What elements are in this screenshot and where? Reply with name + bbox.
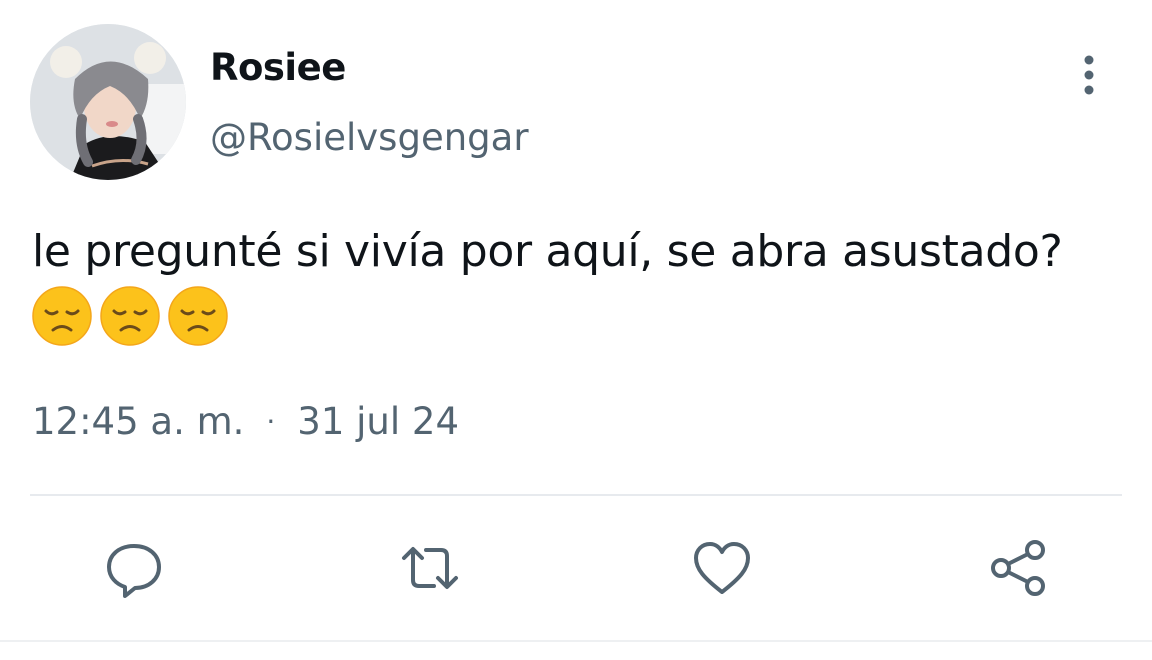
disappointed-face-icon: [32, 286, 92, 346]
heart-icon: [694, 542, 750, 594]
author-handle[interactable]: @Rosielvsgengar: [210, 116, 529, 159]
disappointed-face-icon: [168, 286, 228, 346]
tweet-time[interactable]: 12:45 a. m.: [32, 400, 244, 443]
tweet-date[interactable]: 31 jul 24: [297, 400, 459, 443]
tweet-emojis: [32, 286, 228, 346]
share-button[interactable]: [986, 536, 1050, 600]
retweet-icon: [402, 547, 458, 589]
more-vertical-icon[interactable]: [1072, 54, 1106, 96]
like-button[interactable]: [690, 536, 754, 600]
tweet-text: le pregunté si vivía por aquí, se abra a…: [32, 226, 1063, 277]
disappointed-face-icon: [100, 286, 160, 346]
retweet-button[interactable]: [398, 536, 462, 600]
avatar-image: [30, 24, 186, 180]
divider: [30, 494, 1122, 496]
reply-icon: [107, 544, 161, 598]
meta-separator: ·: [266, 405, 276, 438]
tweet-meta: 12:45 a. m. · 31 jul 24: [32, 400, 459, 443]
reply-button[interactable]: [102, 536, 166, 600]
share-icon: [991, 540, 1045, 596]
avatar[interactable]: [30, 24, 186, 180]
author-display-name[interactable]: Rosiee: [210, 46, 346, 89]
bottom-divider: [0, 640, 1152, 642]
